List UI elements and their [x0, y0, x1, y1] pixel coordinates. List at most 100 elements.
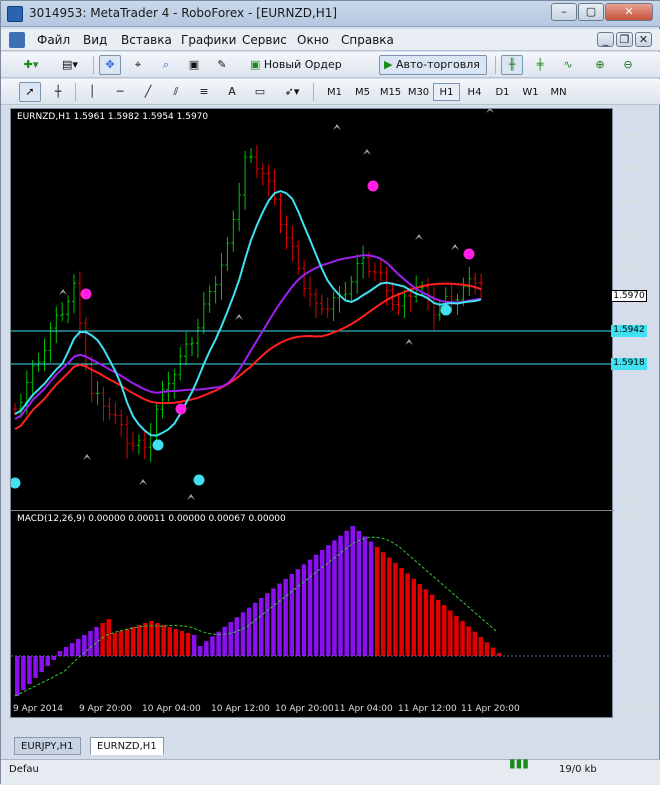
status-connection-icon: ▮▮▮: [509, 756, 529, 770]
macd-histogram-bar: [490, 647, 496, 656]
mdi-minimize-button[interactable]: _: [597, 32, 614, 47]
chart-window[interactable]: EURNZD,H1 1.5961 1.5982 1.5954 1.5970 1.…: [10, 108, 657, 718]
timeframe-mn[interactable]: MN: [545, 83, 572, 101]
macd-histogram-bar: [76, 639, 81, 656]
new-order-button[interactable]: ▣ Новый Ордер: [245, 55, 349, 75]
label-tool-icon[interactable]: ▭: [249, 82, 271, 102]
fractal-arrow: [486, 109, 494, 113]
macd-histogram-bar: [472, 631, 477, 656]
macd-histogram-bar: [478, 637, 484, 656]
macd-histogram-bar: [435, 599, 441, 656]
macd-histogram-bar: [21, 656, 26, 690]
macd-histogram-bar: [173, 629, 179, 656]
moving-average-fast: [14, 190, 482, 437]
menu-charts[interactable]: Графики: [181, 33, 236, 47]
macd-histogram-bar: [149, 621, 154, 656]
macd-histogram-bar: [265, 593, 270, 656]
macd-histogram-bar: [216, 631, 221, 656]
macd-histogram-bar: [130, 627, 136, 656]
timeframe-d1[interactable]: D1: [489, 83, 516, 101]
channel-icon[interactable]: ⫽: [165, 82, 187, 102]
macd-histogram-bar: [112, 633, 118, 656]
data-window-icon[interactable]: ⌕: [155, 55, 177, 75]
signal-dot-magenta: [463, 248, 475, 260]
chart-tabs: EURJPY,H1 EURNZD,H1: [10, 737, 613, 755]
arrows-tool-icon[interactable]: ➶▾: [277, 82, 307, 102]
timeframe-h1[interactable]: H1: [433, 83, 460, 101]
timeframe-h4[interactable]: H4: [461, 83, 488, 101]
macd-histogram-bar: [460, 621, 465, 656]
vertical-line-icon[interactable]: │: [81, 82, 103, 102]
menu-insert[interactable]: Вставка: [121, 33, 172, 47]
macd-histogram-bar: [484, 642, 490, 656]
macd-histogram-bar: [277, 583, 282, 656]
market-watch-icon[interactable]: ✥: [99, 55, 121, 75]
menu-view[interactable]: Вид: [83, 33, 107, 47]
zoom-in-icon[interactable]: ⊕: [589, 55, 611, 75]
signal-dot-cyan: [440, 304, 452, 316]
terminal-icon[interactable]: ▣: [183, 55, 205, 75]
bar-chart-icon[interactable]: ╫: [501, 55, 523, 75]
cursor-icon[interactable]: ➚: [19, 82, 41, 102]
macd-histogram-bar: [161, 625, 166, 656]
crosshair-icon[interactable]: ┼: [47, 82, 69, 102]
macd-histogram-bar: [51, 656, 57, 660]
macd-histogram-bar: [222, 626, 227, 656]
macd-histogram-bar: [100, 623, 105, 656]
autotrading-label: Авто-торговля: [395, 58, 480, 71]
timeframe-m5[interactable]: M5: [349, 83, 376, 101]
tab-eurjpy[interactable]: EURJPY,H1: [14, 737, 81, 755]
strategy-tester-icon[interactable]: ✎: [211, 55, 233, 75]
signal-dot-magenta: [175, 403, 187, 415]
macd-histogram-bar: [155, 623, 160, 656]
trendline-icon[interactable]: ╱: [137, 82, 159, 102]
menu-bar: Файл Вид Вставка Графики Сервис Окно Спр…: [1, 29, 660, 51]
macd-histogram-bar: [344, 530, 349, 656]
timeframe-m15[interactable]: M15: [377, 83, 404, 101]
tab-eurnzd[interactable]: EURNZD,H1: [90, 737, 164, 755]
mdi-close-button[interactable]: ✕: [635, 32, 652, 47]
maximize-button[interactable]: ▢: [578, 3, 604, 21]
drawing-toolbar: ➚ ┼ │ ─ ╱ ⫽ ≡ A ▭ ➶▾ M1 M5 M15 M30 H1 H4…: [1, 79, 660, 105]
macd-panel[interactable]: MACD(12,26,9) 0.00000 0.00011 0.00000 0.…: [11, 510, 657, 715]
mdi-restore-button[interactable]: ❐: [616, 32, 633, 47]
profiles-icon[interactable]: ▤▾: [53, 55, 87, 75]
menu-window[interactable]: Окно: [297, 33, 329, 47]
macd-histogram-bar: [88, 631, 93, 656]
timeframe-m1[interactable]: M1: [321, 83, 348, 101]
horizontal-line-price-tag: 1.5942: [611, 325, 647, 337]
new-order-label: Новый Ордер: [263, 58, 342, 71]
line-chart-icon[interactable]: ∿: [557, 55, 579, 75]
candlestick-icon[interactable]: ╪: [529, 55, 551, 75]
autotrading-button[interactable]: ▶ Авто-торговля: [379, 55, 487, 75]
menu-help[interactable]: Справка: [341, 33, 394, 47]
macd-histogram-bar: [368, 541, 374, 656]
navigator-icon[interactable]: ⌖: [127, 55, 149, 75]
toolbar-separator: [75, 83, 76, 101]
time-tick: 11 Apr 12:00: [398, 704, 457, 714]
new-chart-icon[interactable]: ✚▾: [15, 55, 47, 75]
price-panel[interactable]: EURNZD,H1 1.5961 1.5982 1.5954 1.5970 1.…: [11, 109, 649, 509]
macd-histogram-bar: [106, 619, 111, 656]
signal-dot-cyan: [152, 439, 164, 451]
status-bar: Defau ▮▮▮ 19/0 kb: [1, 756, 660, 785]
chart-info-label: EURNZD,H1 1.5961 1.5982 1.5954 1.5970: [17, 112, 209, 122]
timeframe-w1[interactable]: W1: [517, 83, 544, 101]
close-button[interactable]: ✕: [605, 3, 653, 21]
macd-histogram-bar: [143, 623, 148, 656]
macd-tick: -0.00205: [617, 705, 658, 715]
zoom-out-icon[interactable]: ⊖: [617, 55, 639, 75]
menu-tools[interactable]: Сервис: [242, 33, 287, 47]
price-chart[interactable]: [11, 109, 614, 509]
macd-chart[interactable]: [11, 511, 614, 701]
horizontal-line-icon[interactable]: ─: [109, 82, 131, 102]
macd-histogram-bar: [283, 578, 288, 656]
menu-file[interactable]: Файл: [37, 33, 70, 47]
minimize-button[interactable]: –: [551, 3, 577, 21]
macd-histogram-bar: [313, 554, 319, 656]
text-tool-icon[interactable]: A: [221, 82, 243, 102]
chart-menu-icon[interactable]: [9, 32, 25, 48]
timeframe-m30[interactable]: M30: [405, 83, 432, 101]
fibonacci-icon[interactable]: ≡: [193, 82, 215, 102]
macd-histogram-bar: [45, 656, 50, 666]
